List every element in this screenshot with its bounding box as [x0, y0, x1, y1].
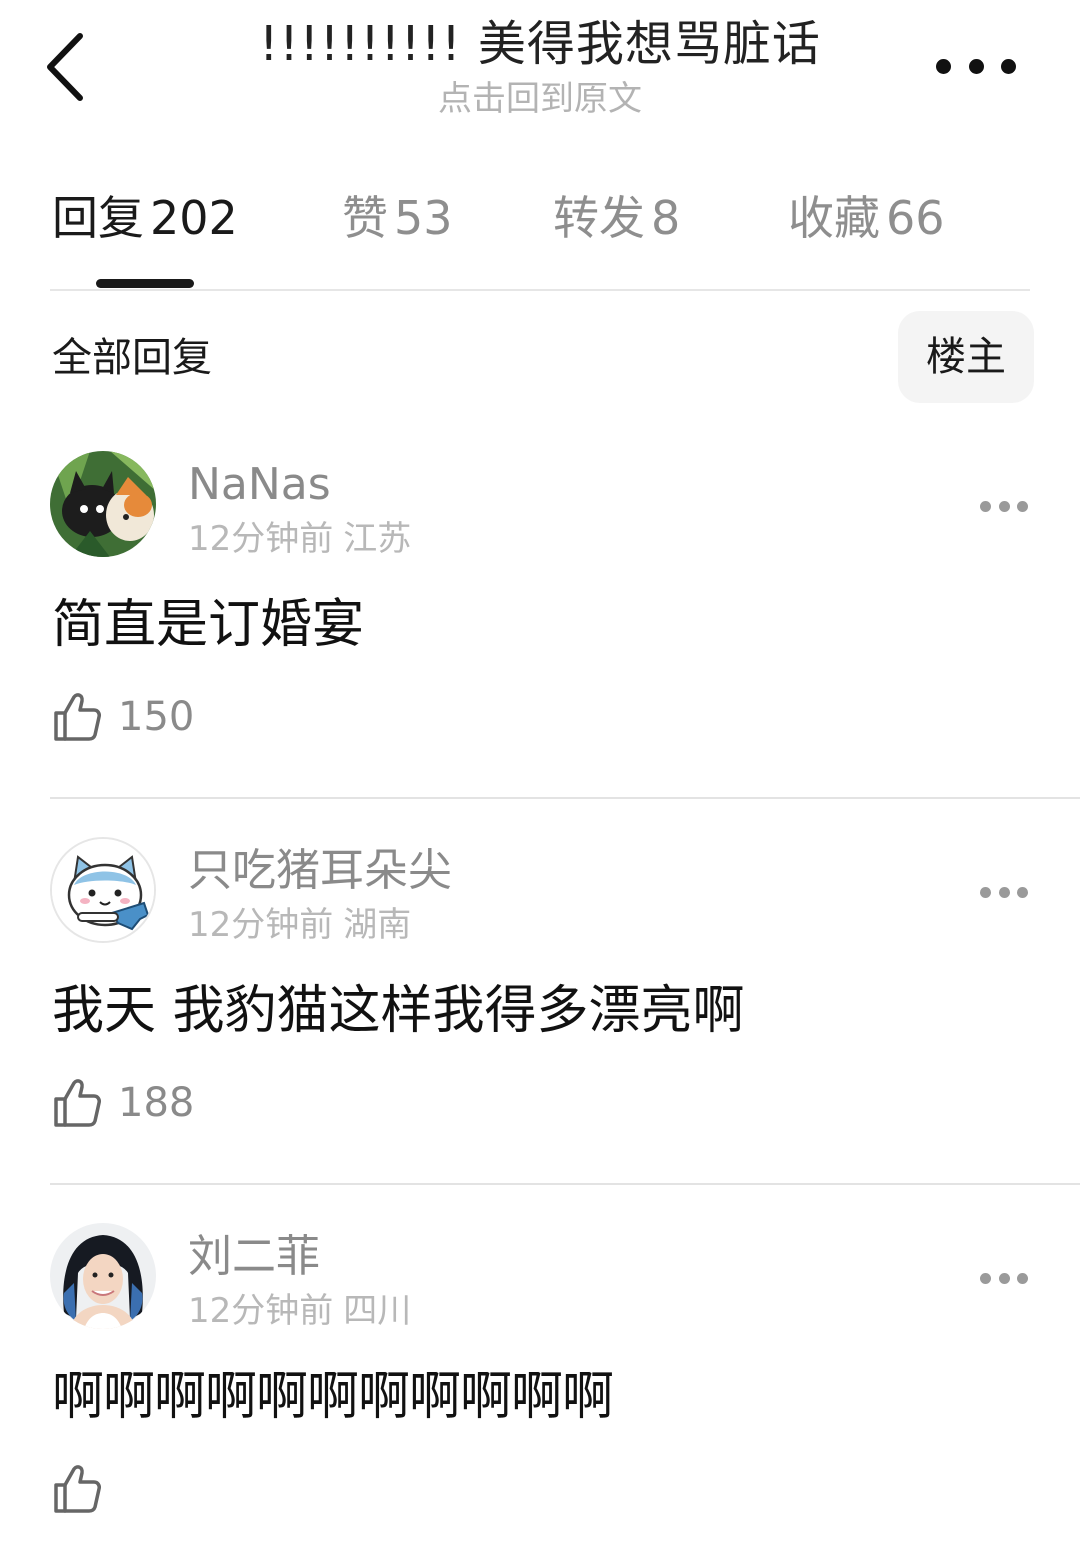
back-to-post-link[interactable]: 点击回到原文 — [290, 76, 790, 122]
like-count: 150 — [118, 694, 195, 740]
top-bar: !!!!!!!!!! 美得我想骂脏话 点击回到原文 — [0, 0, 1080, 140]
like-button[interactable]: 150 — [52, 689, 194, 745]
comment-divider — [50, 797, 1080, 799]
comment-text: 啊啊啊啊啊啊啊啊啊啊啊 — [52, 1367, 614, 1427]
thumbs-up-icon — [54, 1465, 101, 1513]
portrait-photo-avatar-icon — [50, 1223, 156, 1329]
comment-text: 我天 我豹猫这样我得多漂亮啊 — [52, 981, 745, 1041]
avatar[interactable] — [50, 1223, 156, 1329]
tab-favorites[interactable]: 收藏 66 — [788, 180, 945, 256]
thumbs-up-icon — [54, 693, 101, 741]
thumbs-up-icon — [54, 1079, 101, 1127]
comment-more-icon[interactable] — [980, 885, 1028, 899]
comments-page: !!!!!!!!!! 美得我想骂脏话 点击回到原文 回复 202 赞 53 转发 8 … — [0, 0, 1080, 1548]
username[interactable]: 只吃猪耳朵尖 — [188, 843, 452, 899]
comment-text: 简直是订婚宴 — [52, 595, 365, 655]
avatar[interactable] — [50, 451, 156, 557]
cartoon-cats-avatar-icon — [50, 451, 156, 557]
op-only-button[interactable]: 楼主 — [898, 311, 1034, 403]
tab-likes[interactable]: 赞 53 — [342, 180, 453, 256]
username[interactable]: NaNas — [188, 457, 331, 513]
all-replies-label: 全部回复 — [52, 335, 212, 381]
comment-divider — [50, 1183, 1080, 1185]
comment-more-icon[interactable] — [980, 1271, 1028, 1285]
tab-reposts[interactable]: 转发 8 — [553, 180, 680, 256]
tab-count: 8 — [651, 191, 681, 245]
like-button[interactable] — [52, 1461, 118, 1517]
more-options-icon[interactable] — [936, 50, 1016, 82]
active-tab-indicator — [96, 279, 194, 288]
comment-time: 12分钟前 — [188, 905, 334, 945]
tab-bar: 回复 202 赞 53 转发 8 收藏 66 — [0, 180, 1080, 260]
tabs-divider — [50, 289, 1030, 291]
tab-count: 66 — [886, 191, 945, 245]
comment-more-icon[interactable] — [980, 499, 1028, 513]
tab-label: 收藏 — [788, 191, 880, 245]
back-arrow-icon[interactable] — [38, 30, 98, 104]
username[interactable]: 刘二菲 — [188, 1229, 320, 1285]
tab-replies[interactable]: 回复 202 — [52, 180, 238, 256]
comment-location: 湖南 — [343, 905, 412, 945]
comment-meta: 12分钟前 四川 — [188, 1289, 411, 1333]
tab-label: 转发 — [553, 191, 645, 245]
comment-time: 12分钟前 — [188, 1291, 334, 1331]
comment-meta: 12分钟前 湖南 — [188, 903, 411, 947]
like-count: 188 — [118, 1080, 195, 1126]
tab-label: 回复 — [52, 191, 144, 245]
avatar[interactable] — [50, 837, 156, 943]
comment-location: 四川 — [343, 1291, 412, 1331]
comment-location: 江苏 — [343, 519, 412, 559]
like-button[interactable]: 188 — [52, 1075, 194, 1131]
post-title[interactable]: !!!!!!!!!! 美得我想骂脏话 — [160, 14, 920, 74]
comment-time: 12分钟前 — [188, 519, 334, 559]
tab-count: 53 — [394, 191, 453, 245]
tab-label: 赞 — [342, 191, 388, 245]
comment-meta: 12分钟前 江苏 — [188, 517, 411, 561]
tab-count: 202 — [150, 191, 238, 245]
cartoon-cat-avatar-icon — [52, 839, 154, 941]
